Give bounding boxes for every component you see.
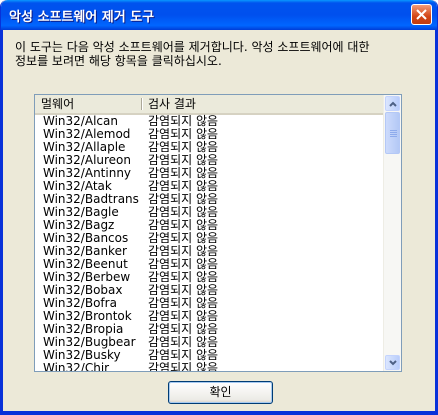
window-border-bottom: [1, 411, 437, 414]
scroll-thumb[interactable]: [385, 112, 400, 154]
scroll-down-button[interactable]: [385, 355, 400, 370]
grip-line: [390, 130, 397, 131]
close-icon: [416, 9, 427, 20]
chevron-down-icon: [389, 360, 397, 366]
vertical-scrollbar[interactable]: [383, 95, 401, 371]
ok-button[interactable]: 확인: [168, 381, 273, 404]
list-header: 멀웨어 검사 결과: [35, 95, 385, 115]
grip-line: [390, 136, 397, 137]
grip-line: [390, 134, 397, 135]
column-header-malware[interactable]: 멀웨어: [35, 95, 142, 113]
intro-line-2: 정보를 보려면 해당 항목을 클릭하십시오.: [15, 54, 222, 68]
column-header-result[interactable]: 검사 결과: [142, 95, 385, 113]
list-item[interactable]: Win32/Chir 감염되지 않음: [35, 362, 385, 372]
dialog-window: 악성 소프트웨어 제거 도구 이 도구는 다음 악성 소프트웨어를 제거합니다.…: [0, 0, 438, 415]
grip-line: [390, 132, 397, 133]
title-bar[interactable]: 악성 소프트웨어 제거 도구: [1, 0, 437, 30]
list-rows: Win32/Alcan 감염되지 않음 Win32/Alemod 감염되지 않음 Win…: [35, 115, 385, 372]
window-border-left: [1, 30, 3, 414]
scan-result: 감염되지 않음: [148, 361, 219, 372]
malware-name: Win32/Chir: [43, 361, 110, 372]
malware-list[interactable]: 멀웨어 검사 결과 Win32/Alcan 감염되지 않음 Win32/Alemod…: [34, 94, 402, 372]
scroll-up-button[interactable]: [385, 96, 400, 111]
intro-text: 이 도구는 다음 악성 소프트웨어를 제거합니다. 악성 소프트웨어에 대한 정…: [15, 40, 425, 68]
window-title: 악성 소프트웨어 제거 도구: [9, 10, 155, 25]
chevron-up-icon: [389, 101, 397, 107]
intro-line-1: 이 도구는 다음 악성 소프트웨어를 제거합니다. 악성 소프트웨어에 대한: [15, 40, 370, 54]
close-button[interactable]: [411, 4, 432, 25]
